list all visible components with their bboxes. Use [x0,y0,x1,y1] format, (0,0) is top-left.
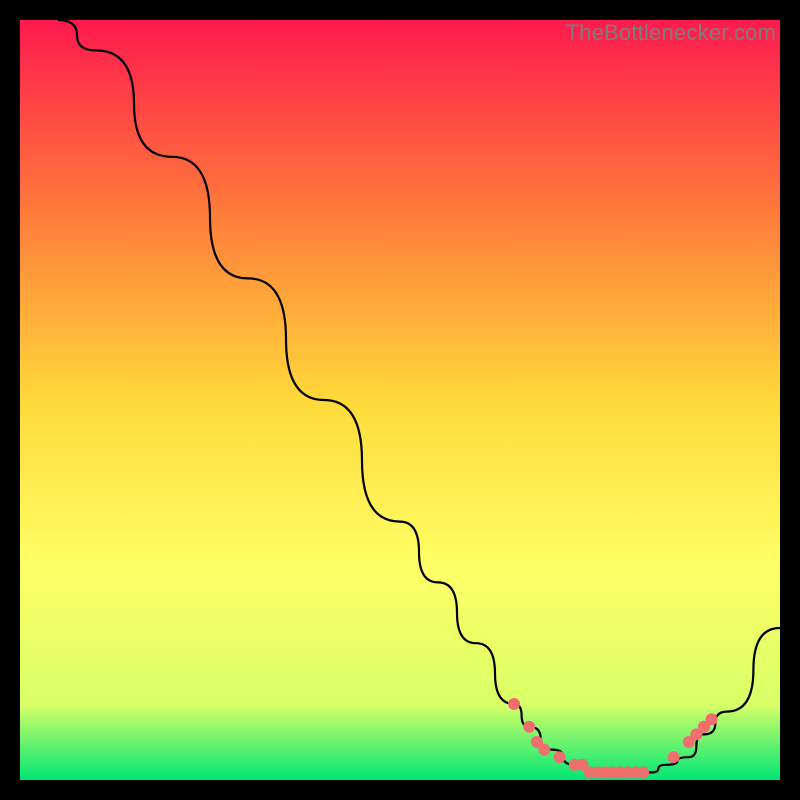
data-point [538,744,550,756]
gradient-background [20,20,780,780]
attribution-text: TheBottlenecker.com [566,20,776,46]
bottleneck-chart [20,20,780,780]
data-point [523,721,535,733]
data-point [706,713,718,725]
data-point [668,751,680,763]
data-point [637,766,649,778]
data-point [508,698,520,710]
chart-frame: TheBottlenecker.com [20,20,780,780]
data-point [554,751,566,763]
plot-area [20,20,780,780]
